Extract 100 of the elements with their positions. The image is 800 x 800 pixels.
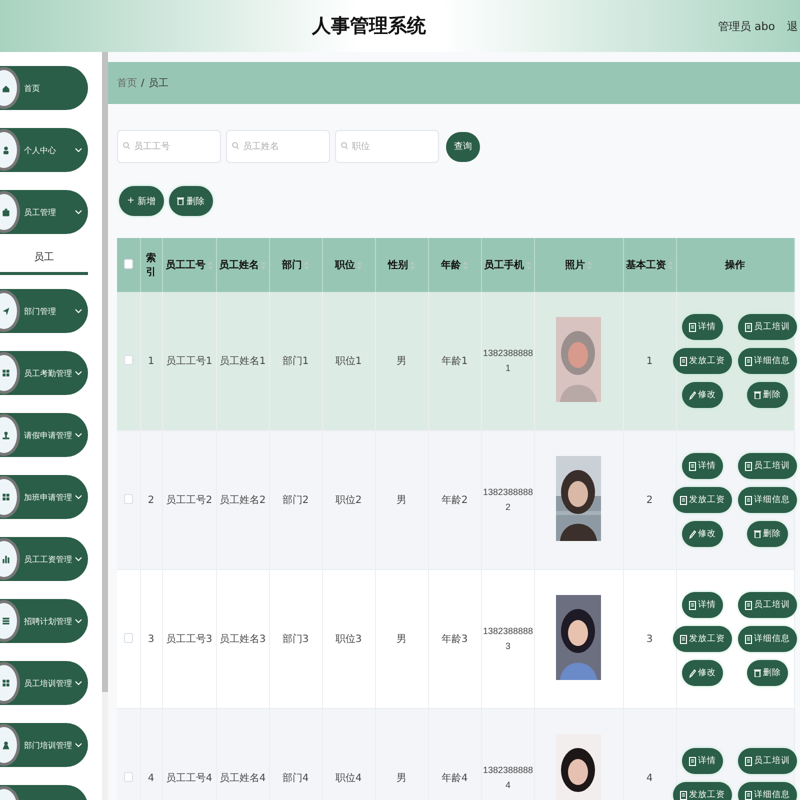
app-title: 人事管理系统 (310, 14, 428, 39)
sidebar-item[interactable]: 员工培训管理 (0, 661, 88, 705)
scrollbar[interactable] (102, 52, 108, 800)
action-button[interactable]: 修改 (682, 382, 723, 408)
table-cell-text: 13823888883 (482, 624, 534, 653)
grid-icon (1, 492, 11, 502)
sort-icon[interactable] (357, 260, 362, 270)
action-button[interactable]: 删除 (747, 660, 788, 686)
action-button[interactable]: 详情 (682, 453, 723, 479)
search-icon (232, 142, 239, 150)
action-button[interactable]: 员工培训 (738, 748, 797, 774)
table-cell: 年龄4 (441, 773, 468, 784)
action-button[interactable]: 员工培训 (738, 314, 797, 340)
sort-icon[interactable] (668, 260, 673, 270)
action-button[interactable]: 员工培训 (738, 453, 797, 479)
sort-icon[interactable] (526, 260, 531, 270)
table-cell: 职位3 (335, 634, 362, 645)
table-cell: 员工姓名2 (219, 495, 266, 506)
sidebar-item[interactable]: 员工工资管理 (0, 537, 88, 581)
column-header: 员工工号 (166, 258, 206, 272)
table-cell: 员工姓名3 (219, 634, 266, 645)
search-field[interactable]: 职位 (335, 130, 439, 163)
chevron-down-icon (75, 556, 82, 562)
search-icon (341, 142, 348, 150)
sidebar-item[interactable]: 部门培训管理 (0, 723, 88, 767)
sidebar-item[interactable]: 请假申请管理 (0, 413, 88, 457)
action-button[interactable]: 删除 (747, 521, 788, 547)
chevron-down-icon (75, 742, 82, 748)
sort-icon[interactable] (587, 260, 592, 270)
row-checkbox[interactable] (124, 772, 133, 782)
row-checkbox[interactable] (124, 494, 133, 504)
sidebar-item[interactable]: 加班申请管理 (0, 475, 88, 519)
table-cell: 部门2 (282, 495, 309, 506)
sort-icon[interactable] (261, 260, 266, 270)
document-icon (745, 462, 752, 470)
action-button[interactable]: 详细信息 (738, 782, 797, 800)
table-cell: 男 (396, 356, 406, 367)
sidebar-item[interactable]: 个人中心 (0, 128, 88, 172)
person-icon (1, 144, 11, 156)
search-button[interactable]: 查询 (446, 132, 480, 162)
logout-link[interactable]: 退 (787, 18, 798, 34)
table-cell: 部门4 (282, 773, 309, 784)
delete-button[interactable]: 删除 (168, 186, 213, 216)
add-button[interactable]: + 新增 (119, 186, 164, 216)
table-cell: 男 (396, 495, 406, 506)
action-button[interactable]: 详细信息 (738, 348, 797, 374)
action-button[interactable]: 发放工资 (673, 626, 732, 652)
action-button[interactable]: 详细信息 (738, 626, 797, 652)
action-button[interactable]: 删除 (747, 382, 788, 408)
table-cell: 2 (148, 494, 154, 506)
trash-icon (754, 391, 761, 399)
document-icon (680, 790, 687, 800)
chevron-down-icon (75, 494, 82, 500)
action-button[interactable]: 修改 (682, 521, 723, 547)
sort-icon[interactable] (208, 260, 212, 270)
sidebar-item[interactable]: 员工考勤管理 (0, 351, 88, 395)
submenu-item[interactable]: 员工 (0, 246, 88, 275)
table-cell: 职位1 (335, 356, 362, 367)
sidebar-item[interactable]: 员工管理 (0, 190, 88, 234)
document-icon (745, 322, 752, 332)
sort-icon[interactable] (304, 260, 309, 270)
search-field[interactable]: 员工工号 (117, 130, 221, 163)
table-cell: 1 (646, 356, 653, 366)
table-cell: 职位2 (335, 495, 362, 506)
sidebar-item[interactable]: 部门管理 (0, 289, 88, 333)
grid-icon (1, 678, 11, 688)
document-icon (745, 356, 752, 366)
document-icon (689, 756, 696, 766)
table-cell: 年龄2 (441, 495, 468, 506)
row-checkbox[interactable] (124, 632, 133, 642)
search-field[interactable]: 员工姓名 (226, 130, 330, 163)
document-icon (745, 634, 752, 644)
action-button[interactable]: 发放工资 (673, 487, 732, 513)
document-icon (680, 496, 687, 504)
trash-icon (176, 197, 184, 205)
sidebar-item[interactable]: 首页 (0, 66, 88, 110)
action-button[interactable]: 发放工资 (673, 782, 732, 800)
sort-icon[interactable] (410, 260, 415, 270)
document-icon (689, 322, 696, 332)
action-button[interactable]: 详细信息 (738, 487, 797, 513)
document-icon (689, 600, 696, 610)
row-checkbox[interactable] (124, 354, 133, 364)
action-button[interactable]: 发放工资 (673, 348, 732, 374)
document-icon (745, 600, 752, 610)
paper-plane-icon (1, 306, 11, 316)
pencil-icon (689, 390, 696, 400)
action-button[interactable]: 员工培训 (738, 592, 797, 618)
table-cell: 4 (148, 772, 154, 784)
action-button[interactable]: 详情 (682, 748, 723, 774)
sort-icon[interactable] (463, 260, 468, 270)
action-button[interactable]: 详情 (682, 314, 723, 340)
action-button[interactable]: 修改 (682, 660, 723, 686)
chevron-down-icon (75, 308, 82, 314)
table-cell: 职位4 (335, 773, 362, 784)
table-cell: 3 (148, 634, 154, 644)
select-all-checkbox[interactable] (124, 258, 133, 268)
sidebar-item[interactable]: 招聘计划管理 (0, 599, 88, 643)
action-button[interactable]: 详情 (682, 592, 723, 618)
chevron-down-icon (75, 432, 82, 438)
table-cell: 员工工号3 (166, 634, 212, 645)
